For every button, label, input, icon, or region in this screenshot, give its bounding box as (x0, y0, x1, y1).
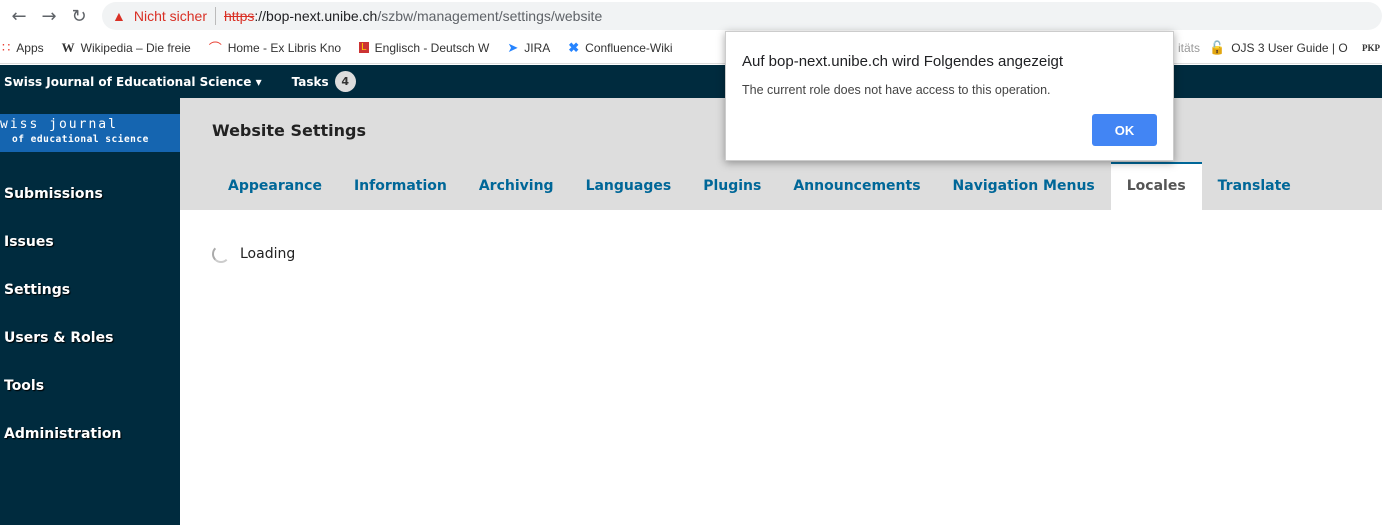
url-path: /szbw/management/settings/website (377, 8, 603, 24)
bookmark-partial[interactable]: itäts (1178, 32, 1201, 63)
sidebar-nav: Submissions Issues Settings Users & Role… (0, 186, 180, 474)
lock-open-icon: 🔓 (1209, 40, 1226, 55)
reload-icon[interactable]: ↻ (64, 6, 94, 27)
bookmark-label: OJS 3 User Guide | O (1231, 41, 1348, 55)
settings-tabs: Appearance Information Archiving Languag… (212, 162, 1307, 210)
sidebar-item-administration[interactable]: Administration (0, 426, 180, 474)
pkp-icon: PKP (1362, 43, 1380, 53)
tab-archiving[interactable]: Archiving (463, 162, 570, 210)
bookmark-label: Home - Ex Libris Kno (227, 40, 342, 55)
loading-text: Loading (240, 246, 296, 262)
bookmark-label: Wikipedia – Die freie (80, 40, 191, 55)
apps-grid-icon: ∷ (2, 39, 11, 55)
browser-toolbar: ← → ↻ ▲ Nicht sicher https://bop-next.un… (0, 0, 1382, 32)
bookmark-label: Confluence-Wiki (585, 40, 673, 55)
tab-information[interactable]: Information (338, 162, 463, 210)
sidebar-item-users-roles[interactable]: Users & Roles (0, 330, 180, 378)
bookmark-wikipedia[interactable]: W Wikipedia – Die freie (62, 40, 191, 56)
logo-line2: of educational science (12, 134, 149, 145)
context-switcher[interactable]: Swiss Journal of Educational Science ▾ (4, 75, 262, 89)
bookmark-label: Englisch - Deutsch W (374, 40, 490, 55)
sidebar-item-settings[interactable]: Settings (0, 282, 180, 330)
back-icon[interactable]: ← (4, 6, 34, 27)
bookmark-confluence[interactable]: ✖ Confluence-Wiki (568, 40, 672, 56)
bookmark-label: Apps (16, 40, 44, 55)
bookmark-ojs-guide[interactable]: 🔓 OJS 3 User Guide | O (1209, 32, 1348, 63)
alert-dialog: Auf bop-next.unibe.ch wird Folgendes ang… (725, 31, 1174, 161)
journal-logo[interactable]: wiss journal of educational science (0, 114, 180, 152)
tab-plugins[interactable]: Plugins (687, 162, 777, 210)
loading-indicator: Loading (212, 245, 295, 263)
tab-locales[interactable]: Locales (1110, 162, 1202, 210)
url-host: ://bop-next.unibe.ch (254, 8, 378, 24)
leo-icon: L (359, 42, 369, 53)
tasks-button[interactable]: Tasks 4 (292, 71, 356, 92)
tab-languages[interactable]: Languages (570, 162, 688, 210)
confluence-icon: ✖ (568, 39, 580, 55)
tab-translate[interactable]: Translate (1202, 162, 1307, 210)
tasks-label: Tasks (291, 74, 329, 89)
logo-line1: wiss journal (0, 117, 118, 132)
bookmark-apps[interactable]: ∷ Apps (2, 40, 44, 56)
ex-libris-icon: ⌒ (208, 41, 222, 56)
bookmarks-bar: ∷ Apps W Wikipedia – Die freie ⌒ Home - Ex … (0, 32, 1382, 64)
dialog-message: The current role does not have access to… (742, 83, 1051, 97)
app-topbar: Swiss Journal of Educational Science ▾ T… (0, 65, 1382, 98)
sidebar-item-issues[interactable]: Issues (0, 234, 180, 282)
caret-down-icon: ▾ (255, 74, 262, 89)
sidebar-item-tools[interactable]: Tools (0, 378, 180, 426)
sidebar: wiss journal of educational science Subm… (0, 98, 180, 525)
jira-icon: ➤ (507, 39, 519, 55)
divider (215, 7, 216, 25)
address-bar[interactable]: ▲ Nicht sicher https://bop-next.unibe.ch… (102, 2, 1382, 30)
page-title: Website Settings (212, 121, 366, 140)
dialog-title: Auf bop-next.unibe.ch wird Folgendes ang… (742, 53, 1064, 70)
tab-appearance[interactable]: Appearance (212, 162, 338, 210)
context-name: Swiss Journal of Educational Science (4, 74, 252, 89)
bookmark-jira[interactable]: ➤ JIRA (507, 40, 550, 56)
insecure-label: Nicht sicher (133, 8, 207, 24)
sidebar-item-submissions[interactable]: Submissions (0, 186, 180, 234)
tasks-count-badge: 4 (334, 71, 356, 92)
bookmark-pkp[interactable]: PKP (1362, 32, 1380, 63)
tab-navigation-menus[interactable]: Navigation Menus (937, 162, 1111, 210)
bookmark-leo[interactable]: L Englisch - Deutsch W (359, 41, 489, 55)
warning-icon: ▲ (112, 8, 126, 24)
ok-button[interactable]: OK (1092, 114, 1157, 146)
tab-announcements[interactable]: Announcements (777, 162, 936, 210)
bookmark-label: JIRA (524, 40, 551, 55)
wikipedia-icon: W (61, 39, 75, 55)
url-scheme: https (224, 8, 255, 24)
bookmark-label: itäts (1178, 41, 1201, 55)
forward-icon[interactable]: → (34, 6, 64, 27)
spinner-icon (212, 245, 230, 263)
bookmark-ex-libris[interactable]: ⌒ Home - Ex Libris Kno (209, 38, 341, 57)
